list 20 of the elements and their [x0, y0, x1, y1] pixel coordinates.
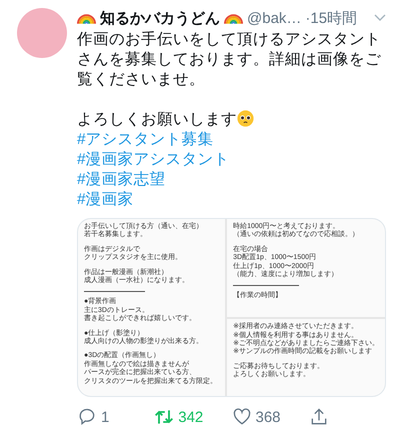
heart-icon — [232, 407, 252, 428]
author-name[interactable]: 知るかバカうどん — [100, 8, 220, 28]
hashtag-link[interactable]: #漫画家志望 — [77, 170, 166, 190]
pleading-emoji-icon — [237, 110, 254, 127]
tweet-text: 作画のお手伝いをして頂けるアシスタントさんを募集しております。詳細は画像をご覧くださいませ。 — [77, 30, 382, 90]
attached-image[interactable] — [78, 219, 226, 396]
rainbow-icon — [77, 11, 96, 25]
speech-bubble-icon — [77, 407, 97, 428]
like-button[interactable]: 368 — [232, 407, 281, 428]
share-button[interactable] — [308, 407, 329, 428]
hashtag-link[interactable]: #漫画家 — [77, 190, 134, 210]
retweet-button[interactable]: 342 — [154, 407, 204, 428]
rainbow-icon — [224, 11, 243, 25]
timestamp: ·15時間 — [305, 8, 358, 28]
hashtag-link[interactable]: #アシスタント募集 — [77, 130, 214, 150]
author-handle: @bak… — [247, 10, 302, 26]
hashtag-link[interactable]: #漫画家アシスタント — [77, 150, 230, 170]
reply-button[interactable]: 1 — [77, 407, 110, 428]
tweet-text: よろしくお願いします — [77, 110, 386, 130]
share-icon — [308, 407, 329, 428]
